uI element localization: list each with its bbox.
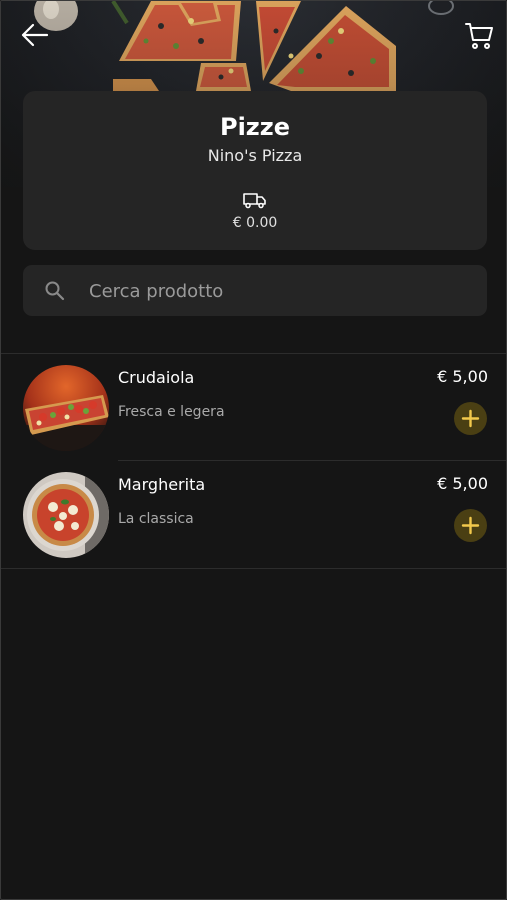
search-input[interactable] <box>89 277 469 305</box>
pizza-margherita-image <box>23 472 109 558</box>
page-title: Pizze <box>219 113 291 141</box>
store-name: Nino's Pizza <box>207 146 303 165</box>
pizza-crudaiola-image <box>23 365 109 451</box>
product-price: € 5,00 <box>437 474 488 493</box>
arrow-left-icon <box>21 23 49 47</box>
truck-icon <box>243 193 266 209</box>
product-description: La classica <box>118 511 194 527</box>
product-item[interactable]: Margherita La classica € 5,00 <box>1 461 506 568</box>
divider <box>1 568 506 569</box>
product-price: € 5,00 <box>437 367 488 386</box>
store-header-card: Pizze Nino's Pizza € 0.00 <box>23 91 487 250</box>
product-name: Margherita <box>118 475 206 494</box>
search-bar[interactable] <box>23 265 487 316</box>
plus-icon <box>461 516 480 535</box>
product-name: Crudaiola <box>118 368 195 387</box>
add-to-cart-button[interactable] <box>454 402 487 435</box>
add-to-cart-button[interactable] <box>454 509 487 542</box>
plus-icon <box>461 409 480 428</box>
product-item[interactable]: Crudaiola Fresca e legera € 5,00 <box>1 354 506 461</box>
cart-button[interactable] <box>463 19 495 51</box>
product-description: Fresca e legera <box>118 404 225 420</box>
delivery-fee: € 0.00 <box>232 215 278 231</box>
product-image <box>23 472 109 558</box>
back-button[interactable] <box>19 21 51 49</box>
search-icon <box>45 281 65 301</box>
app-screen: Pizze Nino's Pizza € 0.00 Cerca prodotto… <box>0 0 507 900</box>
cart-icon <box>465 23 493 49</box>
product-image <box>23 365 109 451</box>
